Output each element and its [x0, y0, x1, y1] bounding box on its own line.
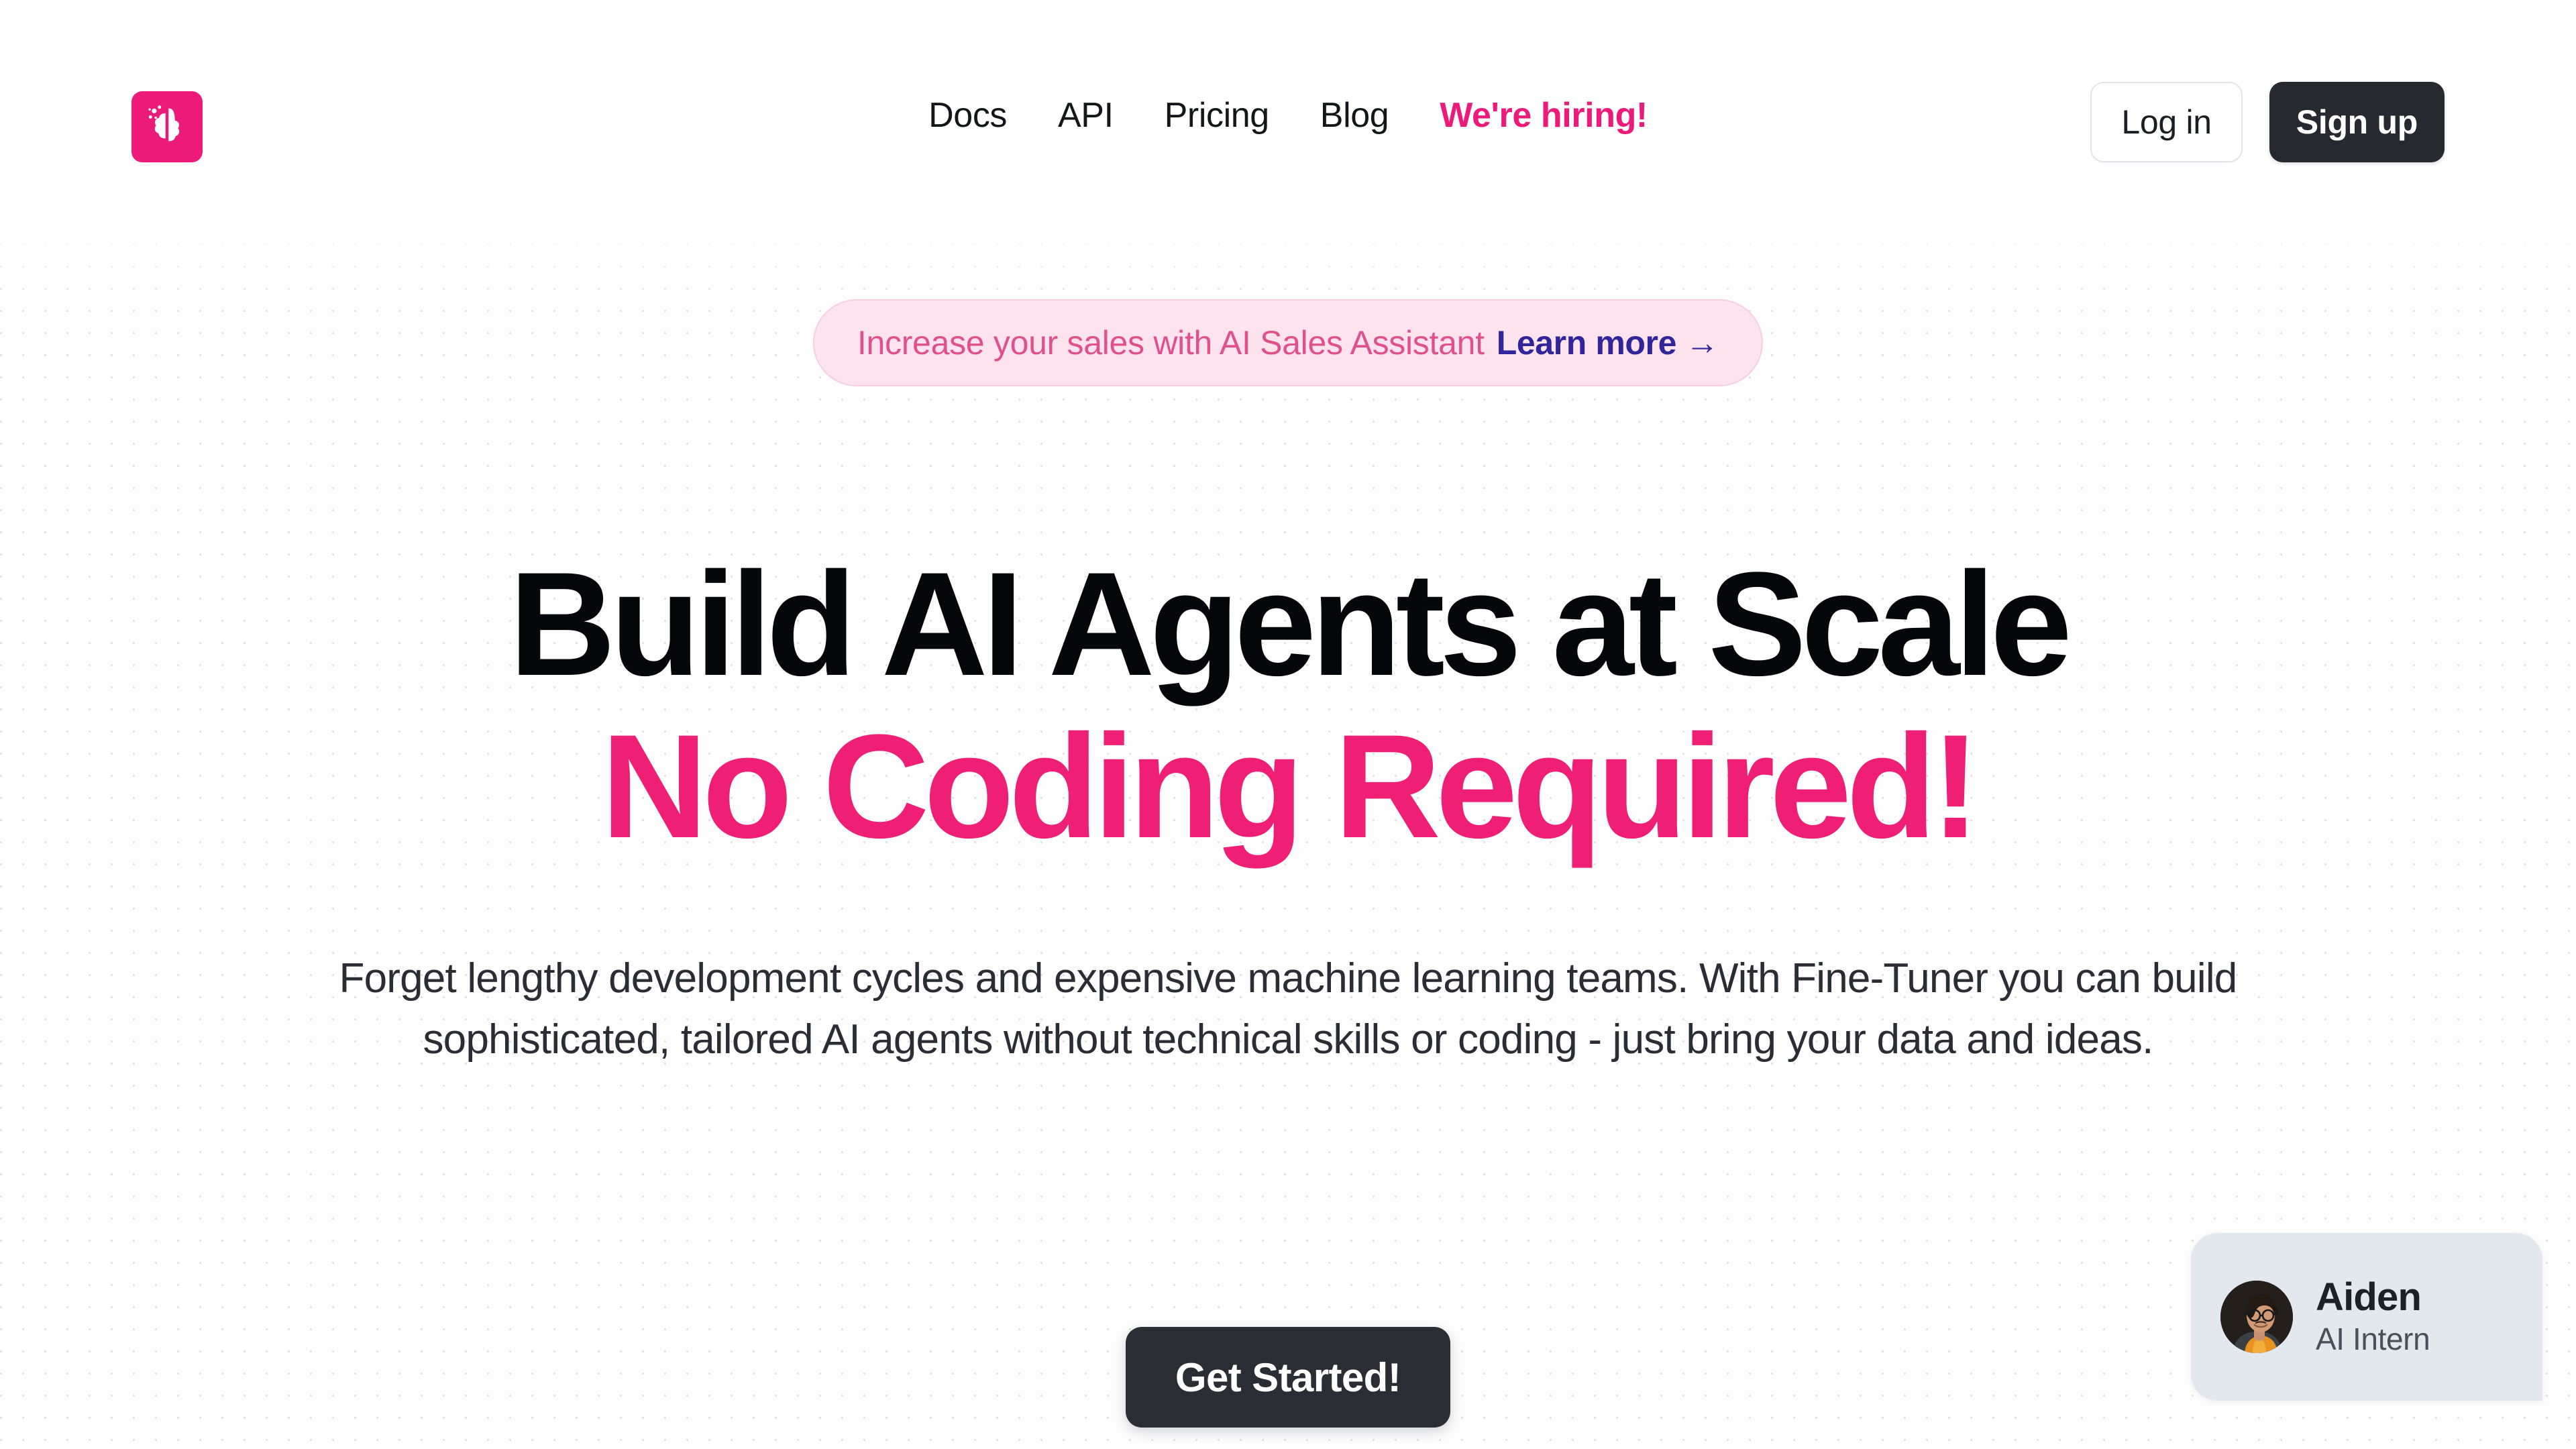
chat-assistant-identity: Aiden AI Intern: [2316, 1277, 2430, 1357]
announcement-text: Increase your sales with AI Sales Assist…: [857, 324, 1485, 362]
nav-link-docs[interactable]: Docs: [922, 91, 1014, 140]
nav-link-blog[interactable]: Blog: [1313, 91, 1395, 140]
nav-link-pricing[interactable]: Pricing: [1158, 91, 1276, 140]
site-header: Docs API Pricing Blog We're hiring! Log …: [0, 0, 2576, 221]
background-fade-overlay: [0, 221, 2576, 302]
chat-assistant-widget[interactable]: Aiden AI Intern: [2191, 1233, 2542, 1401]
chat-assistant-role: AI Intern: [2316, 1321, 2430, 1356]
brand-logo[interactable]: [131, 91, 203, 162]
brain-sparkle-icon: [143, 103, 191, 151]
hero-cta-container: Get Started!: [0, 1327, 2576, 1428]
announcement-learn-more-link[interactable]: Learn more →: [1497, 323, 1719, 362]
log-in-button[interactable]: Log in: [2090, 82, 2243, 162]
chat-assistant-name: Aiden: [2316, 1275, 2422, 1320]
hero-section: Build AI Agents at Scale No Coding Requi…: [0, 550, 2576, 1070]
auth-actions: Log in Sign up: [2090, 82, 2445, 162]
hero-subtitle: Forget lengthy development cycles and ex…: [339, 955, 2238, 1063]
page-root: Docs API Pricing Blog We're hiring! Log …: [0, 0, 2576, 1449]
nav-link-hiring[interactable]: We're hiring!: [1433, 91, 1654, 140]
avatar: [2220, 1281, 2293, 1353]
announcement-banner[interactable]: Increase your sales with AI Sales Assist…: [812, 299, 1764, 386]
hero-headline-line-2: No Coding Required!: [601, 704, 1980, 869]
get-started-button[interactable]: Get Started!: [1125, 1327, 1451, 1428]
hero-headline-line-1: Build AI Agents at Scale: [508, 541, 2072, 706]
nav-link-api[interactable]: API: [1051, 91, 1120, 140]
sign-up-button[interactable]: Sign up: [2269, 82, 2445, 162]
